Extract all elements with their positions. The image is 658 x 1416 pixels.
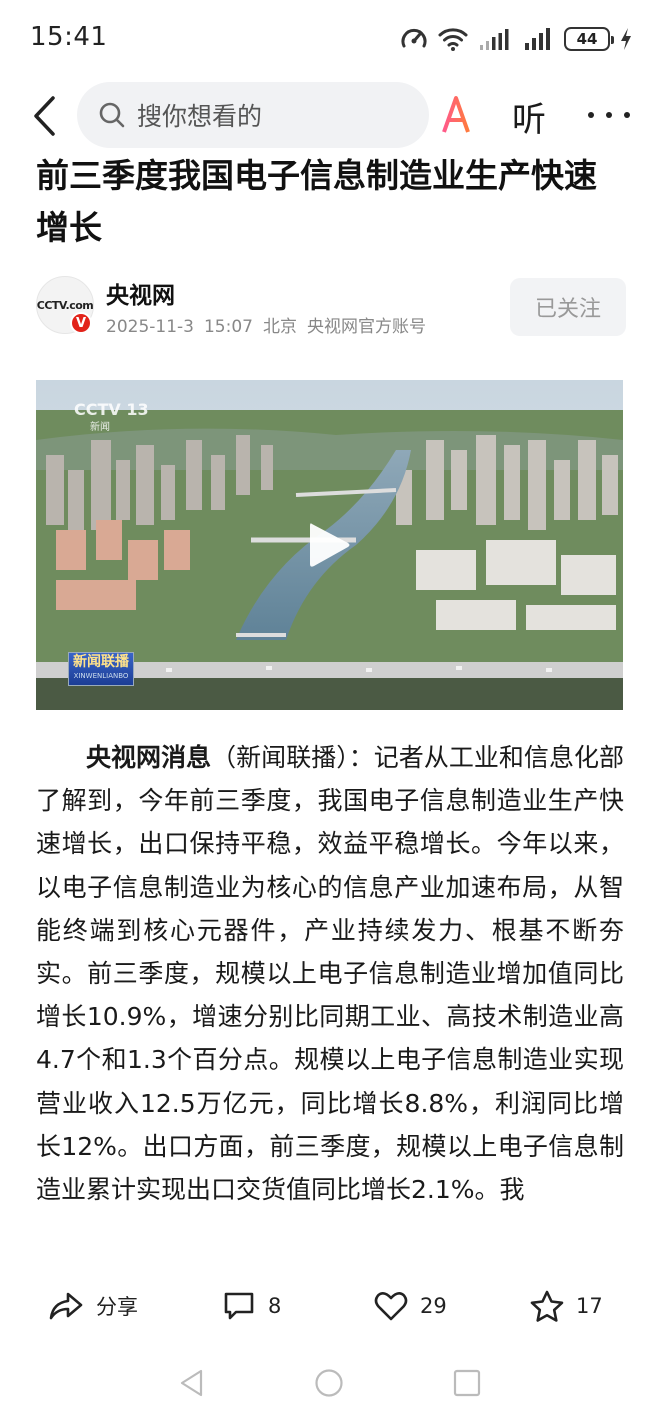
body-lead: 央视网消息 — [86, 743, 212, 772]
system-back-icon[interactable] — [177, 1368, 207, 1398]
more-dot — [606, 112, 612, 118]
search-icon — [99, 102, 125, 128]
signal-icon — [525, 28, 550, 50]
charging-icon — [621, 28, 631, 50]
share-button[interactable]: 分享 — [48, 1286, 138, 1326]
article-title: 前三季度我国电子信息制造业生产快速增长 — [36, 156, 597, 247]
status-icons: 44 — [400, 24, 632, 54]
channel-sub: 新闻 — [90, 422, 110, 433]
program-badge-title: 新闻联播 — [73, 654, 129, 670]
comment-button[interactable]: 8 — [222, 1286, 281, 1326]
author-name[interactable]: 央视网 — [106, 276, 175, 310]
back-button[interactable] — [26, 94, 62, 138]
account-type: 央视网官方账号 — [306, 317, 426, 337]
verified-badge: V — [70, 312, 92, 334]
wifi-icon — [438, 28, 468, 51]
listen-button[interactable]: 听 — [512, 92, 546, 141]
more-dot — [588, 112, 594, 118]
battery-icon: 44 — [564, 27, 614, 51]
signal-icon — [480, 29, 509, 50]
battery-level: 44 — [576, 30, 598, 48]
article-body: 央视网消息（新闻联播）：记者从工业和信息化部了解到，今年前三季度，我国电子信息制… — [36, 736, 624, 1211]
avatar-logo: CCTV.com — [36, 298, 94, 312]
body-text: （新闻联播）：记者从工业和信息化部了解到，今年前三季度，我国电子信息制造业生产快… — [36, 743, 624, 1205]
back-arrow-icon — [34, 96, 55, 136]
play-icon[interactable] — [306, 520, 352, 570]
publish-time: 15:07 — [203, 317, 253, 337]
system-recents-icon[interactable] — [452, 1368, 482, 1398]
publish-date: 2025-11-3 — [106, 317, 194, 337]
system-nav-bar — [0, 1350, 658, 1416]
more-button[interactable] — [588, 100, 630, 130]
author-row: CCTV.com V 央视网 2025-11-3 15:07 北京 央视网官方账号 已… — [36, 272, 626, 342]
search-placeholder: 搜你想看的 — [137, 102, 263, 131]
ai-icon — [442, 96, 479, 133]
program-badge-sub: XINWENLIANBO — [73, 672, 129, 680]
heart-icon — [374, 1292, 408, 1321]
star-icon — [530, 1290, 564, 1322]
status-bar: 15:41 44 — [0, 0, 658, 80]
top-nav: 搜你想看的 听 — [0, 80, 658, 150]
channel-watermark: CCTV 13 新闻 — [74, 402, 149, 436]
favorite-button[interactable]: 17 — [530, 1286, 603, 1326]
more-dot — [624, 112, 630, 118]
author-meta: 2025-11-3 15:07 北京 央视网官方账号 — [106, 312, 436, 337]
comment-icon — [224, 1292, 254, 1320]
follow-button[interactable]: 已关注 — [510, 278, 626, 336]
search-input[interactable]: 搜你想看的 — [77, 82, 429, 148]
share-icon — [49, 1292, 83, 1320]
status-time: 15:41 — [30, 22, 108, 52]
favorite-count: 17 — [576, 1294, 603, 1318]
speed-icon — [401, 28, 427, 48]
channel-name: CCTV 13 — [74, 400, 149, 419]
publish-location: 北京 — [262, 317, 297, 337]
action-bar: 分享 8 29 17 — [0, 1276, 658, 1336]
like-count: 29 — [420, 1294, 447, 1318]
system-home-icon[interactable] — [314, 1368, 344, 1398]
video-player[interactable]: CCTV 13 新闻 新闻联播 XINWENLIANBO — [36, 380, 623, 710]
program-badge: 新闻联播 XINWENLIANBO — [68, 652, 134, 686]
like-button[interactable]: 29 — [374, 1286, 447, 1326]
ai-button[interactable] — [440, 90, 484, 140]
share-label: 分享 — [96, 1295, 138, 1319]
comment-count: 8 — [268, 1294, 282, 1318]
